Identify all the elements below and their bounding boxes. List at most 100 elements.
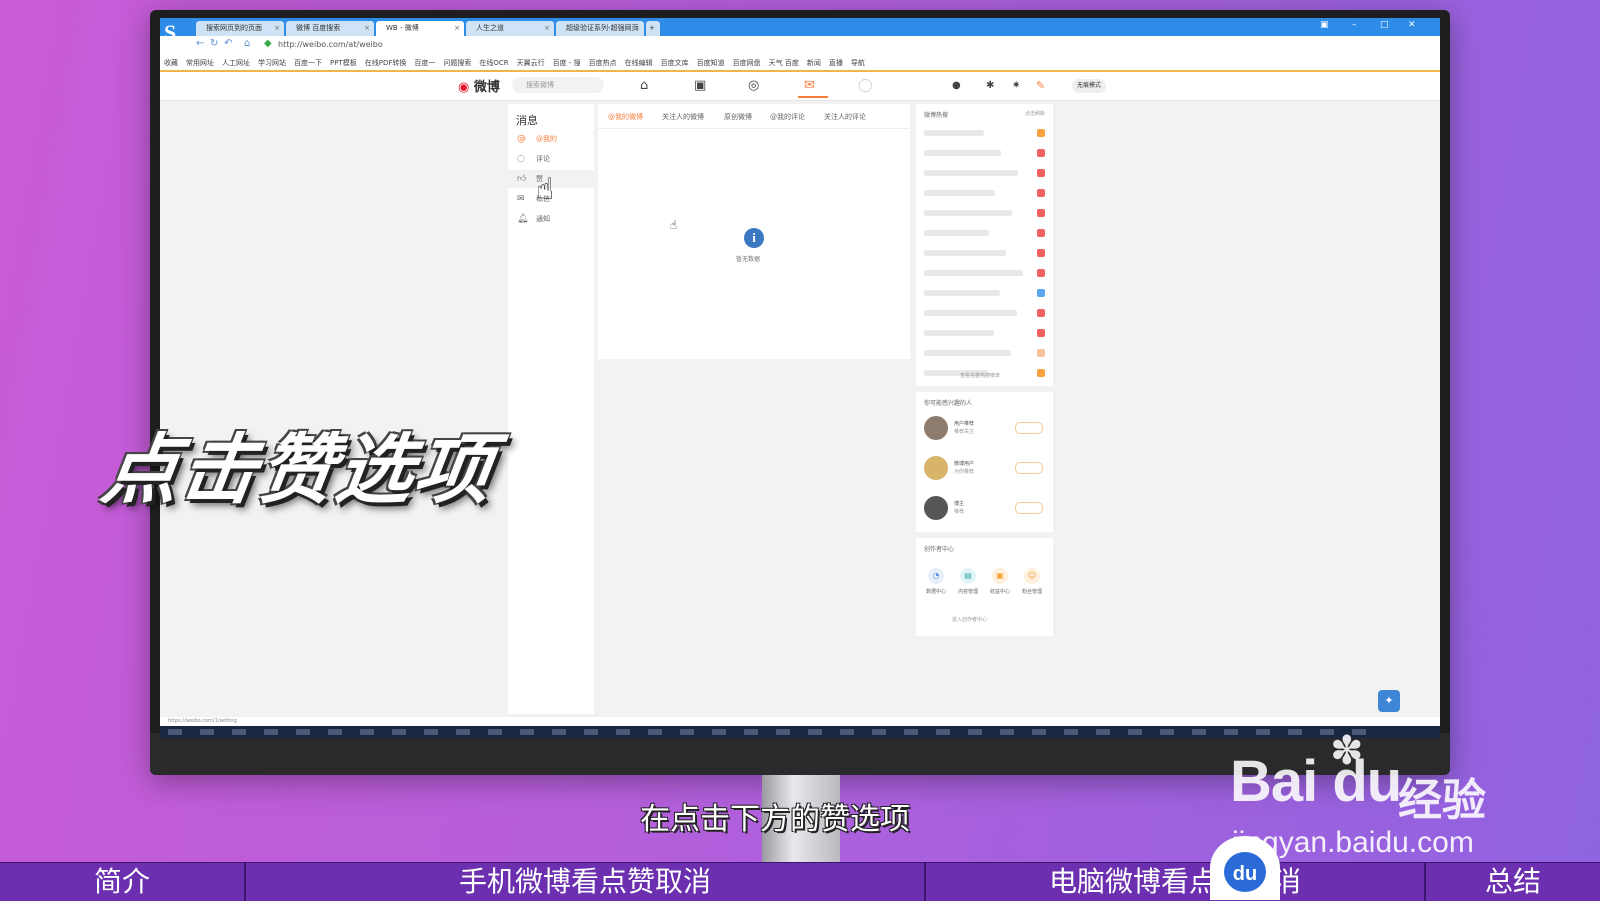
browser-tab[interactable]: 超级验证系列-超强网页 × [556, 21, 644, 36]
video-nav-icon[interactable]: ▣ [694, 78, 706, 93]
bookmark-item[interactable]: PPT模板 [330, 58, 357, 68]
tab-following-comment[interactable]: 关注人的评论 [824, 112, 866, 122]
tab-at-comment[interactable]: @我的评论 [770, 112, 805, 122]
taskbar-app-icon[interactable] [1000, 729, 1014, 735]
taskbar-app-icon[interactable] [488, 729, 502, 735]
tab-close-icon[interactable]: × [634, 21, 640, 36]
taskbar-app-icon[interactable] [680, 729, 694, 735]
hot-search-row[interactable] [924, 270, 1023, 276]
hot-search-row[interactable] [924, 350, 1011, 356]
refresh-icon[interactable]: ↻ [210, 38, 218, 49]
taskbar-app-icon[interactable] [168, 729, 182, 735]
bookmark-item[interactable]: 学习网站 [258, 58, 286, 68]
window-close-icon[interactable]: ✕ [1408, 20, 1416, 30]
bookmark-item[interactable]: 导航 [851, 58, 865, 68]
taskbar-app-icon[interactable] [520, 729, 534, 735]
tab-at-weibo[interactable]: @我的微博 [608, 112, 643, 122]
settings-icon[interactable]: ✱ [986, 80, 994, 91]
tab-original-weibo[interactable]: 原创微博 [724, 112, 752, 122]
undo-icon[interactable]: ↶ [224, 38, 232, 49]
taskbar-app-icon[interactable] [936, 729, 950, 735]
taskbar-app-icon[interactable] [776, 729, 790, 735]
creator-enter-link[interactable]: 进入创作者中心 [952, 616, 987, 623]
browser-tab[interactable]: 搜索网页到的页面 × [196, 21, 284, 36]
person-name[interactable]: 博主 [954, 500, 964, 507]
hot-search-more-link[interactable]: 查看完整热搜榜单 [960, 372, 1000, 379]
bookmark-item[interactable]: 人工网址 [222, 58, 250, 68]
taskbar-app-icon[interactable] [456, 729, 470, 735]
bookmark-item[interactable]: 百度文库 [661, 58, 689, 68]
follow-button[interactable] [1015, 422, 1043, 434]
taskbar-app-icon[interactable] [360, 729, 374, 735]
message-nav-icon[interactable]: ✉ [804, 78, 815, 93]
taskbar-app-icon[interactable] [1032, 729, 1046, 735]
taskbar-app-icon[interactable] [296, 729, 310, 735]
taskbar-app-icon[interactable] [1256, 729, 1270, 735]
hot-search-row[interactable] [924, 230, 989, 236]
taskbar-app-icon[interactable] [648, 729, 662, 735]
fans-manage-icon[interactable]: ☺ [1024, 568, 1040, 584]
content-manage-icon[interactable]: ▤ [960, 568, 976, 584]
tab-following-weibo[interactable]: 关注人的微博 [662, 112, 704, 122]
tab-close-icon[interactable]: × [274, 21, 280, 36]
person-name[interactable]: 用户推荐 [954, 420, 974, 427]
taskbar-app-icon[interactable] [808, 729, 822, 735]
taskbar-app-icon[interactable] [840, 729, 854, 735]
taskbar-app-icon[interactable] [1128, 729, 1142, 735]
taskbar-app-icon[interactable] [392, 729, 406, 735]
data-center-icon[interactable]: ◔ [928, 568, 944, 584]
taskbar-app-icon[interactable] [200, 729, 214, 735]
taskbar-app-icon[interactable] [1064, 729, 1078, 735]
hot-search-row[interactable] [924, 330, 994, 336]
bookmark-item[interactable]: 收藏 [164, 58, 178, 68]
taskbar-app-icon[interactable] [328, 729, 342, 735]
taskbar-app-icon[interactable] [584, 729, 598, 735]
taskbar-app-icon[interactable] [744, 729, 758, 735]
bookmark-item[interactable]: 在线PDF转换 [365, 58, 407, 68]
feedback-float-button[interactable]: ✦ [1378, 690, 1400, 712]
browser-tab[interactable]: 微博 百度搜索 × [286, 21, 374, 36]
hot-refresh-link[interactable]: 点击刷新 [1025, 110, 1045, 117]
taskbar-app-icon[interactable] [872, 729, 886, 735]
avatar[interactable] [924, 456, 948, 480]
hot-search-row[interactable] [924, 130, 984, 136]
url-input[interactable]: http://weibo.com/at/weibo [278, 40, 383, 49]
tab-close-icon[interactable]: × [454, 21, 460, 36]
sidebar-item-at[interactable]: @ @我的 [508, 130, 594, 148]
bookmark-item[interactable]: 常用网址 [186, 58, 214, 68]
taskbar-app-icon[interactable] [968, 729, 982, 735]
taskbar-app-icon[interactable] [1224, 729, 1238, 735]
window-menu-icon[interactable]: ▣ [1320, 20, 1329, 30]
theme-icon[interactable]: ✷ [1012, 80, 1020, 91]
weibo-logo[interactable]: ◉ 微博 [458, 76, 500, 95]
bookmark-item[interactable]: 新闻 [807, 58, 821, 68]
incognito-pill[interactable]: 无痕模式 [1072, 79, 1106, 93]
browser-tab[interactable]: 人生之道 × [466, 21, 554, 36]
chapter-mobile[interactable]: 手机微博看点赞取消 [246, 863, 926, 901]
taskbar-app-icon[interactable] [424, 729, 438, 735]
taskbar-app-icon[interactable] [712, 729, 726, 735]
hot-search-row[interactable] [924, 210, 1012, 216]
taskbar-app-icon[interactable] [1192, 729, 1206, 735]
taskbar-app-icon[interactable] [1096, 729, 1110, 735]
tab-close-icon[interactable]: × [364, 21, 370, 36]
bookmark-item[interactable]: 百度知道 [697, 58, 725, 68]
notice-icon[interactable]: ● [952, 80, 961, 91]
hot-search-row[interactable] [924, 150, 1001, 156]
home-nav-icon[interactable]: ⌂ [640, 78, 648, 93]
tab-close-icon[interactable]: × [544, 21, 550, 36]
bookmark-item[interactable]: 直播 [829, 58, 843, 68]
hot-search-row[interactable] [924, 170, 1018, 176]
taskbar-app-icon[interactable] [552, 729, 566, 735]
sidebar-item-comment[interactable]: ◌ 评论 [508, 150, 594, 168]
bookmark-item[interactable]: 百度热点 [589, 58, 617, 68]
follow-button[interactable] [1015, 462, 1043, 474]
bookmark-item[interactable]: 在线OCR [479, 58, 508, 68]
bookmark-item[interactable]: 问题搜索 [443, 58, 471, 68]
search-input[interactable]: 搜索微博 [512, 77, 604, 93]
sidebar-item-notice[interactable]: 🔔︎ 通知 [508, 210, 594, 228]
chapter-summary[interactable]: 总结 [1426, 863, 1600, 901]
maximize-icon[interactable]: □ [1380, 20, 1389, 30]
home-icon[interactable]: ⌂ [244, 38, 250, 49]
browser-tab-active[interactable]: WB - 微博 × [376, 21, 464, 36]
